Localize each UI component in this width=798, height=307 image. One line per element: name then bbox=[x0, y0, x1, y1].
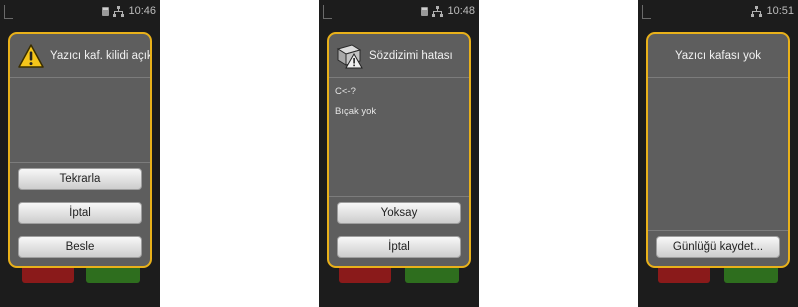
error-code-line: C<-? bbox=[335, 86, 356, 97]
button-area-divider bbox=[329, 196, 469, 197]
status-time: 10:48 bbox=[447, 5, 475, 17]
error-dialog: Sözdizimi hatası C<-? Bıçak yok Yoksay İ… bbox=[327, 32, 471, 268]
cancel-button[interactable]: İptal bbox=[337, 236, 461, 258]
error-dialog: Yazıcı kafası yok Günlüğü kaydet... bbox=[646, 32, 790, 268]
status-time: 10:51 bbox=[766, 5, 794, 17]
button-area-divider bbox=[648, 230, 788, 231]
button-area-divider bbox=[10, 162, 150, 163]
dialog-header: Yazıcı kaf. kilidi açık bbox=[10, 34, 150, 78]
sd-card-icon bbox=[421, 6, 429, 16]
printer-error-icon bbox=[336, 43, 363, 68]
network-icon bbox=[113, 5, 125, 17]
dialog-header: Yazıcı kafası yok bbox=[648, 34, 788, 78]
dialog-title: Yazıcı kaf. kilidi açık bbox=[50, 49, 152, 62]
retry-button[interactable]: Tekrarla bbox=[18, 168, 142, 190]
sd-card-icon bbox=[102, 6, 110, 16]
error-dialog: Yazıcı kaf. kilidi açık Tekrarla İptal B… bbox=[8, 32, 152, 268]
ignore-button[interactable]: Yoksay bbox=[337, 202, 461, 224]
status-bracket bbox=[642, 5, 651, 19]
cancel-button[interactable]: İptal bbox=[18, 202, 142, 224]
device-screen-3: 10:51 Yazıcı kafası yok Günlüğü kaydet..… bbox=[638, 0, 798, 307]
device-screen-2: 10:48 Sözdizimi hatası C<-? Bıçak yok Yo… bbox=[319, 0, 479, 307]
status-bar: 10:51 bbox=[638, 0, 798, 22]
status-bracket bbox=[323, 5, 332, 19]
status-time: 10:46 bbox=[128, 5, 156, 17]
save-log-button[interactable]: Günlüğü kaydet... bbox=[656, 236, 780, 258]
status-bar: 10:46 bbox=[0, 0, 160, 22]
error-message-line: Bıçak yok bbox=[335, 106, 377, 117]
dialog-header: Sözdizimi hatası bbox=[329, 34, 469, 78]
feed-button[interactable]: Besle bbox=[18, 236, 142, 258]
network-icon bbox=[751, 5, 763, 17]
warning-icon bbox=[18, 43, 44, 68]
error-details: C<-? Bıçak yok bbox=[335, 82, 376, 122]
dialog-title: Yazıcı kafası yok bbox=[674, 49, 762, 62]
status-bar: 10:48 bbox=[319, 0, 479, 22]
dialog-title: Sözdizimi hatası bbox=[369, 49, 453, 62]
device-screen-1: 10:46 Yazıcı kaf. kilidi açık Tekrarla İ… bbox=[0, 0, 160, 307]
network-icon bbox=[432, 5, 444, 17]
status-bracket bbox=[4, 5, 13, 19]
